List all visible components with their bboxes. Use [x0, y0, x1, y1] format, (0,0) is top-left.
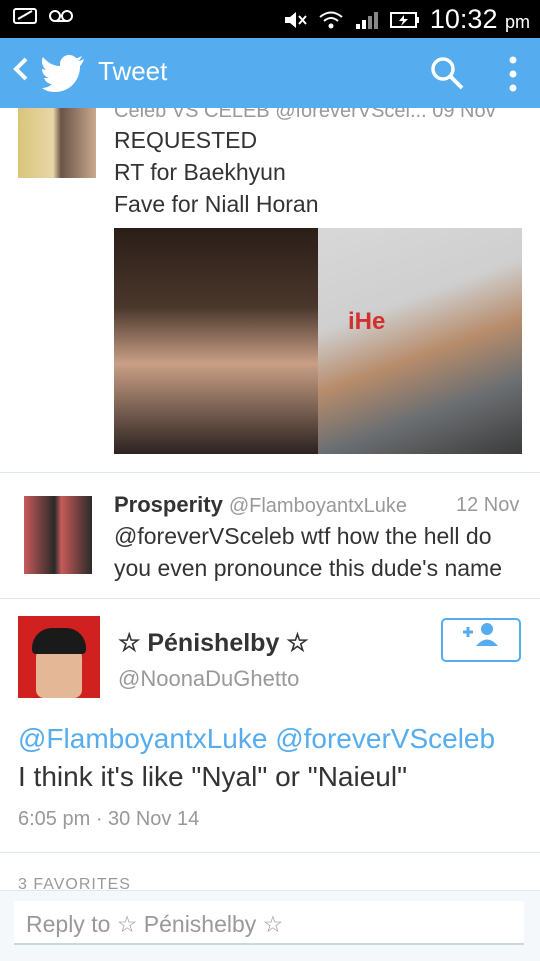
time-value: 10:32 [429, 4, 498, 34]
divider [0, 852, 540, 853]
search-icon[interactable] [430, 56, 464, 90]
chevron-left-icon [13, 57, 28, 81]
tweet-media[interactable]: iHe [114, 228, 522, 454]
app-bar: Tweet [0, 38, 540, 108]
tweet-line: RT for Baekhyun [114, 159, 286, 185]
divider [0, 472, 540, 473]
avatar[interactable] [18, 108, 96, 178]
message-icon [13, 8, 37, 24]
tweet-text: @foreverVSceleb wtf how the hell do you … [114, 523, 502, 581]
tweet-text: REQUESTED RT for Baekhyun Fave for Niall… [114, 124, 319, 220]
more-vertical-icon[interactable] [506, 54, 520, 94]
tweet-timestamp: 6:05 pm · 30 Nov 14 [18, 808, 200, 830]
mute-icon [284, 11, 307, 28]
wifi-icon [319, 11, 343, 28]
media-photo-right[interactable]: iHe [318, 228, 522, 454]
voicemail-icon [49, 10, 73, 22]
author-name: Prosperity [114, 492, 223, 517]
status-time: 10:32 pm [430, 4, 530, 35]
author-handle: @FlamboyantxLuke [228, 495, 407, 517]
tweet-mentions[interactable]: @FlamboyantxLuke @foreverVSceleb [18, 720, 528, 758]
status-bar: 10:32 pm [0, 0, 540, 38]
tweet-author: Prosperity @FlamboyantxLuke [114, 492, 407, 518]
reply-bar: Reply to ☆ Pénishelby ☆ [0, 890, 540, 961]
page-title: Tweet [98, 56, 168, 86]
tweet-text: @FlamboyantxLuke @foreverVSceleb I think… [18, 720, 528, 796]
tweet-header: Celeb VS CELEB @foreverVScel... 09 Nov [114, 108, 496, 122]
tweet-date: 12 Nov [456, 494, 520, 516]
signal-icon [355, 11, 378, 29]
avatar[interactable] [24, 496, 92, 574]
follow-button[interactable] [441, 618, 521, 662]
author-name: ☆ Pénishelby ☆ [118, 629, 309, 657]
status-right-icons: 10:32 pm [282, 4, 530, 35]
media-logo-text: iHe [348, 308, 386, 335]
tweet-feed: Celeb VS CELEB @foreverVScel... 09 Nov R… [0, 108, 540, 960]
battery-icon [389, 11, 419, 28]
tweet-body: I think it's like "Nyal" or "Naieul" [18, 761, 408, 792]
media-photo-left[interactable] [114, 228, 318, 454]
back-button[interactable] [10, 54, 32, 92]
twitter-bird-icon [42, 55, 84, 92]
reply-input[interactable]: Reply to ☆ Pénishelby ☆ [14, 901, 524, 945]
status-left-icons [12, 6, 74, 26]
author-handle: @NoonaDuGhetto [118, 666, 300, 691]
divider [0, 598, 540, 599]
time-ampm: pm [504, 12, 530, 32]
tweet-line: Fave for Niall Horan [114, 191, 319, 217]
avatar[interactable] [18, 616, 100, 698]
tweet-line: REQUESTED [114, 127, 258, 153]
add-user-icon [463, 623, 498, 646]
avatar-hair [32, 628, 86, 654]
